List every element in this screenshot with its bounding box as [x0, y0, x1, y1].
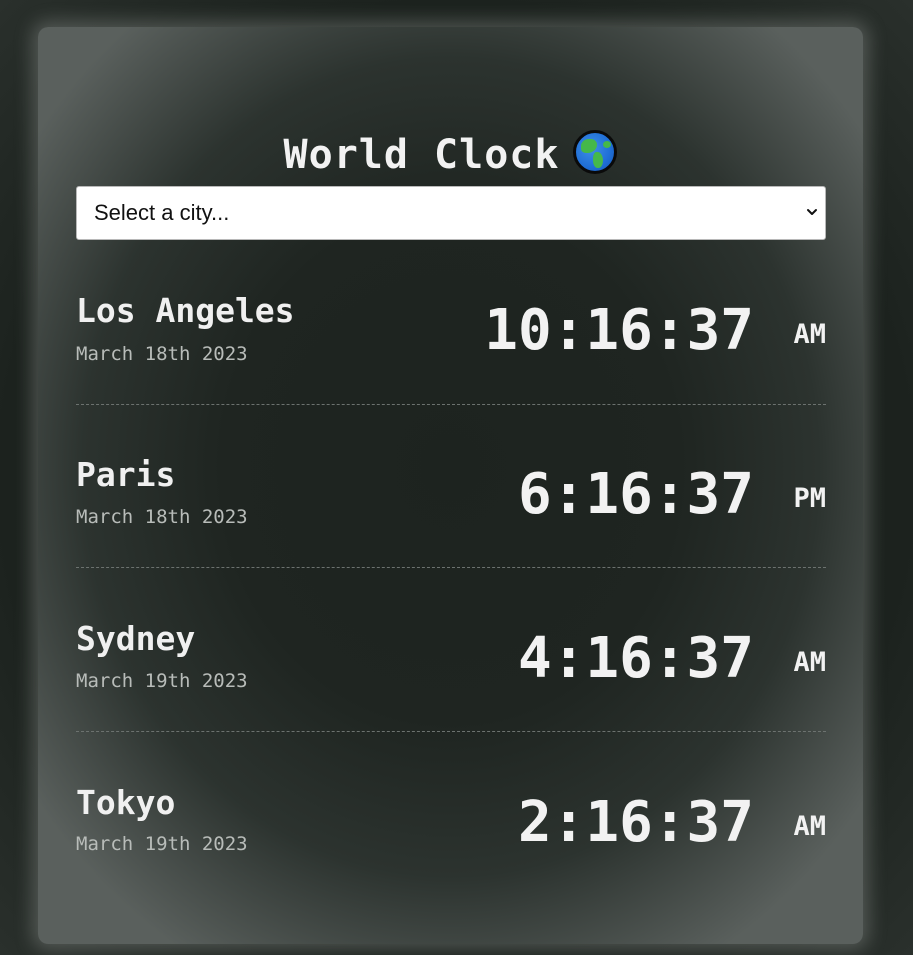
city-name: Los Angeles: [76, 291, 295, 330]
city-ampm: AM: [793, 319, 826, 350]
city-select[interactable]: Select a city...: [76, 186, 826, 240]
clock-row-paris: Paris March 18th 2023 6:16:37 PM: [76, 403, 826, 568]
chevron-down-icon: [807, 209, 817, 215]
city-name: Paris: [76, 455, 176, 494]
city-date: March 18th 2023: [76, 343, 248, 365]
clock-row-sydney: Sydney March 19th 2023 4:16:37 AM: [76, 567, 826, 732]
clock-row-los-angeles: Los Angeles March 18th 2023 10:16:37 AM: [76, 240, 826, 405]
page: World Clock Select a city... Los Angeles…: [0, 0, 913, 955]
page-title: World Clock: [38, 127, 863, 183]
city-ampm: PM: [793, 483, 826, 514]
city-time: 4:16:37: [517, 626, 754, 691]
city-date: March 18th 2023: [76, 506, 248, 528]
city-name: Tokyo: [76, 783, 176, 822]
city-date: March 19th 2023: [76, 833, 248, 855]
city-select-value: Select a city...: [94, 200, 230, 225]
city-ampm: AM: [793, 647, 826, 678]
city-time: 6:16:37: [517, 462, 754, 527]
city-name: Sydney: [76, 619, 196, 658]
city-ampm: AM: [793, 811, 826, 842]
world-clock-card: World Clock Select a city... Los Angeles…: [38, 27, 863, 944]
clock-row-tokyo: Tokyo March 19th 2023 2:16:37 AM: [76, 731, 826, 895]
page-title-text: World Clock: [283, 132, 560, 178]
city-date: March 19th 2023: [76, 670, 248, 692]
city-time: 10:16:37: [484, 298, 754, 363]
city-time: 2:16:37: [517, 790, 754, 855]
globe-icon: [573, 130, 618, 174]
